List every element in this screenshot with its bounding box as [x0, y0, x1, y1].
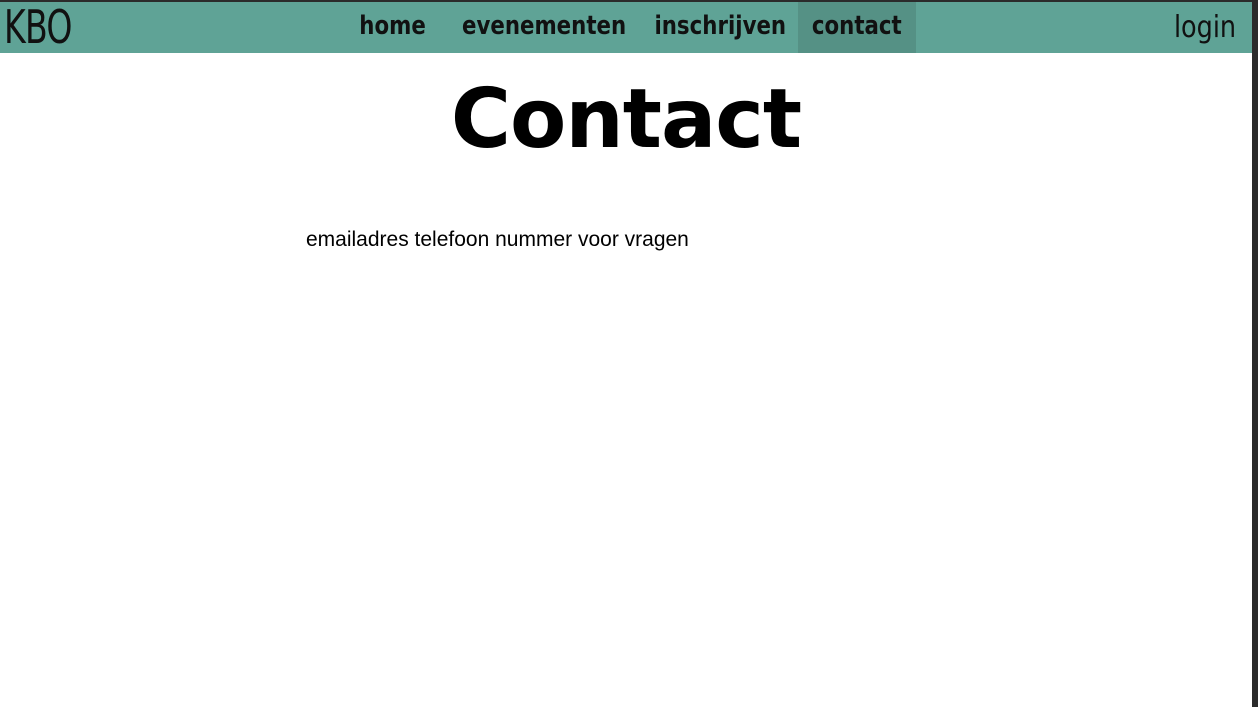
contact-info-text: emailadres telefoon nummer voor vragen	[306, 228, 689, 251]
nav-item-inschrijven-label: inschrijven	[654, 11, 787, 41]
login-label: login	[1173, 10, 1236, 45]
nav-item-contact[interactable]: contact	[798, 2, 916, 53]
window-frame-right	[1252, 0, 1258, 707]
nav-item-home-label: home	[359, 11, 426, 41]
navbar: KBO home evenementen inschrijven contact…	[0, 2, 1252, 53]
login-link[interactable]: login	[1163, 2, 1236, 53]
page-title: Contact	[450, 72, 802, 167]
nav-item-evenementen[interactable]: evenementen	[444, 2, 628, 53]
nav-item-home[interactable]: home	[352, 2, 430, 53]
nav-item-evenementen-label: evenementen	[462, 11, 627, 41]
nav-item-inschrijven[interactable]: inschrijven	[640, 2, 787, 53]
nav-item-contact-label: contact	[812, 11, 902, 41]
logo[interactable]: KBO	[4, 2, 72, 53]
